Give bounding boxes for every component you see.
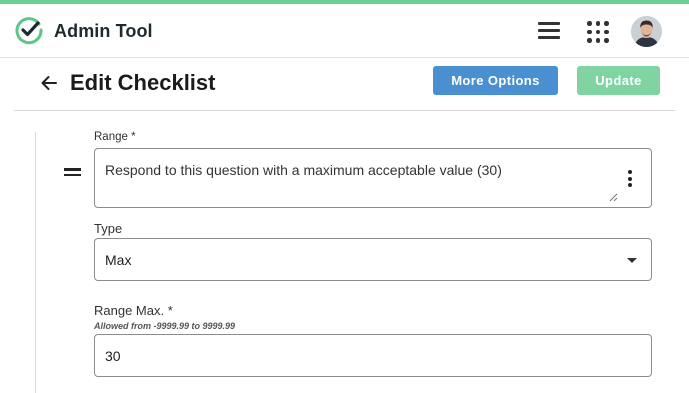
range-label: Range *: [94, 131, 136, 143]
chevron-down-icon: [627, 258, 637, 263]
range-max-label: Range Max. *: [94, 303, 173, 318]
app-title: Admin Tool: [54, 21, 153, 41]
page-toolbar: Edit Checklist More Options Update: [14, 58, 675, 111]
type-label: Type: [94, 221, 123, 236]
section-divider-line: [35, 132, 36, 393]
update-button[interactable]: Update: [577, 66, 660, 95]
range-max-input-value: 30: [105, 348, 121, 364]
check-circle-logo-icon[interactable]: [14, 15, 44, 45]
resize-grip-icon[interactable]: [609, 189, 618, 202]
drag-handle-icon[interactable]: [64, 168, 81, 176]
range-max-input[interactable]: 30: [94, 334, 652, 377]
arrow-left-icon[interactable]: [38, 72, 60, 94]
more-options-button[interactable]: More Options: [433, 66, 558, 95]
kebab-menu-icon[interactable]: [628, 170, 632, 188]
apps-grid-icon[interactable]: [587, 21, 609, 43]
type-select[interactable]: Max: [94, 238, 652, 281]
range-max-hint: Allowed from -9999.99 to 9999.99: [94, 321, 236, 331]
range-textarea[interactable]: Respond to this question with a maximum …: [94, 148, 652, 208]
page-title: Edit Checklist: [70, 70, 216, 95]
app-header: Admin Tool: [0, 4, 689, 58]
type-select-value: Max: [105, 252, 132, 268]
range-textarea-value: Respond to this question with a maximum …: [105, 162, 502, 178]
user-avatar[interactable]: [631, 16, 662, 47]
hamburger-menu-icon[interactable]: [538, 22, 562, 42]
